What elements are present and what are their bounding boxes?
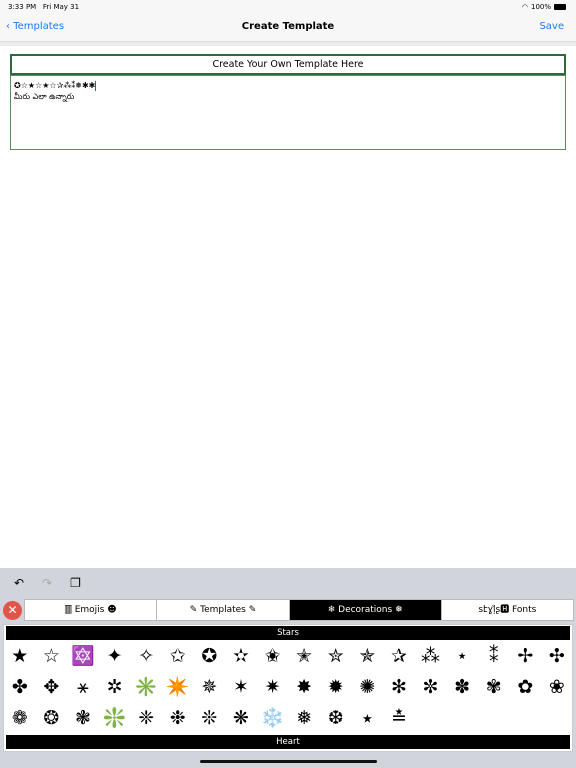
- navigation-bar: ‹ Templates Create Template Save: [0, 14, 576, 42]
- status-time: 3:33 PM Fri May 31: [8, 3, 80, 11]
- text-caret: [95, 80, 97, 91]
- decoration-symbol[interactable]: ✮: [320, 641, 352, 672]
- decoration-symbol[interactable]: ⁂: [415, 641, 447, 672]
- decorations-panel: Stars ★ ☆ 🔯 ✦ ✧ ✩ ✪ ✫ ✬ ✭ ✮ ✯ ✰ ⁂ ⋆ ⁑ ✢ ✣ ✤ ✥ ⚹ ✲ ✳️ ✴️ ✵ ✶ ✷ ✸ ✹ ✺ ✻ ✼…: [3, 624, 573, 752]
- decoration-symbol[interactable]: ❈: [130, 703, 162, 734]
- undo-icon[interactable]: ↶: [14, 576, 24, 590]
- decoration-symbol[interactable]: ❂: [36, 703, 68, 734]
- keyboard-tabs: 🀫 Emojis ☻ ✎ Templates ✎ ❄ Decorations ❅…: [24, 599, 574, 621]
- save-button[interactable]: Save: [539, 21, 564, 32]
- decoration-symbol[interactable]: ✴️: [162, 672, 194, 703]
- decoration-symbol[interactable]: ✲: [99, 672, 131, 703]
- section-header-stars: Stars: [6, 626, 570, 640]
- divider: [0, 42, 576, 46]
- decoration-symbol[interactable]: ❄️: [257, 703, 289, 734]
- decoration-symbol[interactable]: ⁑: [478, 641, 510, 672]
- decoration-symbol[interactable]: ✫: [225, 641, 257, 672]
- decoration-symbol[interactable]: ❃: [67, 703, 99, 734]
- decoration-symbol[interactable]: ✬: [257, 641, 289, 672]
- template-text-area[interactable]: ✪☆★☆★☆✰⁂⁑❅✱✱ మీరు ఎలా ఉన్నారు: [10, 75, 566, 150]
- decoration-symbol[interactable]: ✺: [352, 672, 384, 703]
- decoration-symbol[interactable]: ✹: [320, 672, 352, 703]
- decoration-symbol[interactable]: ✣: [541, 641, 572, 672]
- battery-percent: 100%: [530, 3, 551, 11]
- status-bar: 3:33 PM Fri May 31 ◠ 100%: [0, 0, 576, 14]
- keyboard-toolbar: ↶ ↷ ❐: [14, 576, 81, 590]
- tab-fonts[interactable]: sէɣļ̃ʂ🅷 Fonts: [442, 600, 573, 620]
- decoration-symbol[interactable]: ✽: [446, 672, 478, 703]
- decoration-symbol[interactable]: ✸: [288, 672, 320, 703]
- custom-keyboard: ↶ ↷ ❐ ✕ 🀫 Emojis ☻ ✎ Templates ✎ ❄ Decor…: [0, 568, 576, 768]
- decoration-symbol[interactable]: ✤: [4, 672, 36, 703]
- decoration-symbol[interactable]: ❊: [194, 703, 226, 734]
- decoration-symbol[interactable]: ✦: [99, 641, 131, 672]
- decoration-symbol[interactable]: ✵: [194, 672, 226, 703]
- wifi-icon: ◠: [521, 3, 528, 11]
- decoration-symbol[interactable]: ✾: [478, 672, 510, 703]
- decoration-symbol[interactable]: ✼: [415, 672, 447, 703]
- decoration-symbol[interactable]: ✰: [383, 641, 415, 672]
- decoration-symbol[interactable]: ❋: [225, 703, 257, 734]
- decoration-symbol[interactable]: ✧: [130, 641, 162, 672]
- decoration-symbol[interactable]: ★: [4, 641, 36, 672]
- section-header-heart: Heart: [6, 735, 570, 749]
- redo-icon[interactable]: ↷: [42, 576, 52, 590]
- tab-decorations[interactable]: ❄ Decorations ❅: [289, 600, 442, 620]
- paste-icon[interactable]: ❐: [70, 576, 81, 590]
- decoration-symbol[interactable]: ✶: [225, 672, 257, 703]
- decoration-symbol[interactable]: ✯: [352, 641, 384, 672]
- decoration-symbol[interactable]: ✭: [288, 641, 320, 672]
- page-title: Create Template: [241, 21, 335, 32]
- decoration-symbol[interactable]: ☆: [36, 641, 68, 672]
- home-indicator: [200, 760, 377, 763]
- decoration-symbol[interactable]: ❁: [4, 703, 36, 734]
- tab-templates[interactable]: ✎ Templates ✎: [157, 600, 290, 620]
- decoration-symbol[interactable]: ⚹: [67, 672, 99, 703]
- decoration-symbol[interactable]: ✩: [162, 641, 194, 672]
- decoration-symbol[interactable]: ✳️: [130, 672, 162, 703]
- decoration-symbol[interactable]: ❆: [320, 703, 352, 734]
- decoration-symbol[interactable]: ✷: [257, 672, 289, 703]
- editor-heading: Create Your Own Template Here: [10, 54, 566, 75]
- decoration-symbol[interactable]: ≛: [383, 703, 415, 734]
- battery-icon: [554, 4, 566, 10]
- decoration-symbol[interactable]: ✢: [510, 641, 542, 672]
- decoration-symbol[interactable]: ✻: [383, 672, 415, 703]
- tab-emojis[interactable]: 🀫 Emojis ☻: [25, 600, 158, 620]
- decoration-symbol[interactable]: ⭑: [352, 703, 384, 734]
- decoration-symbol[interactable]: ❀: [541, 672, 572, 703]
- decoration-symbol[interactable]: 🔯: [67, 641, 99, 672]
- decoration-symbol[interactable]: ✥: [36, 672, 68, 703]
- decoration-symbol[interactable]: ⋆: [446, 641, 478, 672]
- decoration-symbol[interactable]: ❅: [288, 703, 320, 734]
- stars-grid: ★ ☆ 🔯 ✦ ✧ ✩ ✪ ✫ ✬ ✭ ✮ ✯ ✰ ⁂ ⋆ ⁑ ✢ ✣ ✤ ✥ ⚹ ✲ ✳️ ✴️ ✵ ✶ ✷ ✸ ✹ ✺ ✻ ✼ ✽ ✾ ✿ ❀ ❁ ❂…: [4, 641, 572, 734]
- decoration-symbol[interactable]: ❉: [162, 703, 194, 734]
- decoration-symbol[interactable]: ✪: [194, 641, 226, 672]
- close-keyboard-button[interactable]: ✕: [3, 601, 22, 620]
- decoration-symbol[interactable]: ✿: [510, 672, 542, 703]
- decoration-symbol[interactable]: ❇️: [99, 703, 131, 734]
